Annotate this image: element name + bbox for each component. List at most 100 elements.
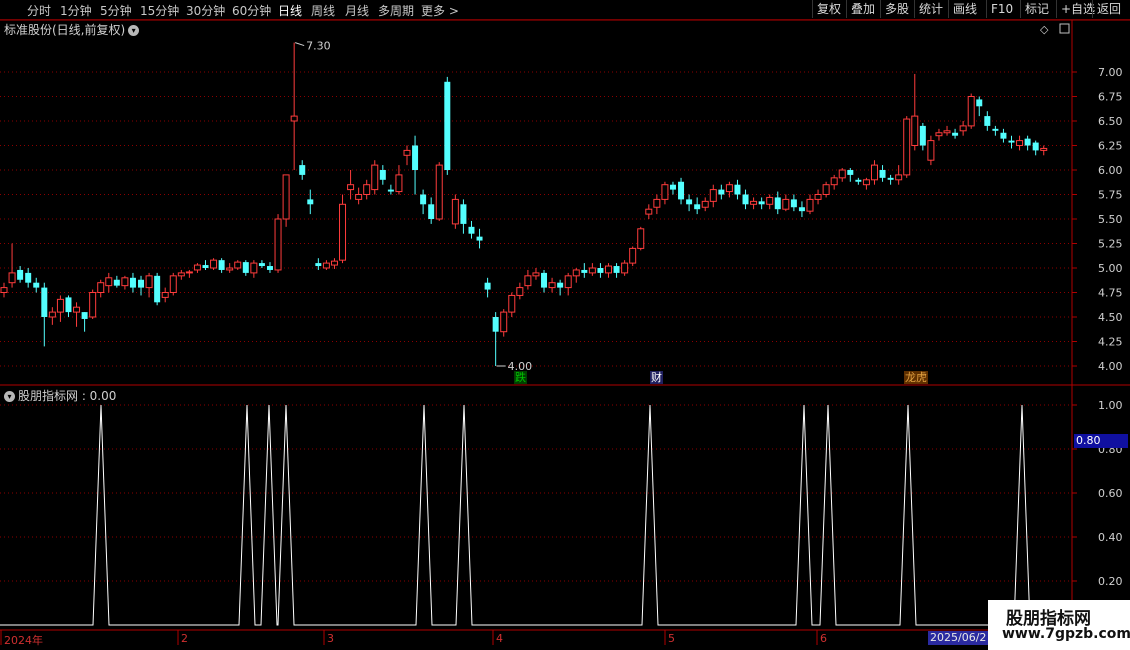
candle-body-down [444, 81, 451, 170]
indicator-title-wrap: ▾ 股朋指标网 : 0.00 [4, 387, 116, 404]
candle-body-up [806, 198, 814, 212]
candle-body-down [202, 265, 209, 268]
candle-body-up [508, 294, 516, 313]
y-tick-label: 6.00 [1098, 164, 1123, 177]
candle-body-up [572, 269, 580, 277]
x-axis-label: 2024年 [4, 634, 43, 647]
candle-body-up [1040, 147, 1048, 151]
candle-body-up [870, 164, 878, 181]
candle-body-up [210, 259, 218, 269]
y-tick-label: 4.00 [1098, 360, 1123, 373]
candle-body-up [814, 194, 822, 200]
candle-body-up [935, 132, 943, 137]
candle-body-up [250, 262, 258, 274]
candle-body-down [1024, 138, 1031, 146]
y-tick-label: 5.50 [1098, 213, 1123, 226]
candle-body-down [428, 204, 435, 219]
candle-body-up [73, 306, 81, 313]
candle-body-up [193, 264, 201, 271]
candle-body-down [1032, 142, 1039, 151]
candle-body-up [838, 169, 846, 179]
candle-body-down [315, 263, 322, 267]
candle-body-up [895, 174, 903, 181]
candle-body-up [629, 247, 637, 264]
chart-canvas[interactable]: 7.00 6.75 6.50 6.25 6.00 5.75 5.50 5.25 5.00 4.75… [0, 0, 1130, 650]
candle-body-up [274, 218, 282, 271]
candle-body-up [911, 115, 919, 146]
candle-body-down [460, 204, 467, 224]
candle-body-up [355, 194, 363, 200]
candle-body-up [637, 228, 645, 249]
candle-body-up [782, 198, 790, 210]
candle-body-up [588, 267, 596, 274]
candle-body-down [879, 170, 886, 178]
candle-body-up [395, 174, 403, 193]
y-tick-label: 5.00 [1098, 262, 1123, 275]
chevron-down-icon[interactable]: ▾ [4, 391, 15, 402]
indicator-title: 股朋指标网 : 0.00 [18, 389, 117, 403]
candle-body-down [847, 170, 854, 175]
candle-body-up [959, 125, 967, 132]
candle-body-down [919, 125, 926, 146]
event-tag[interactable]: 财 [650, 371, 663, 384]
candle-body-down [33, 282, 40, 288]
indicator-tick-label: 0.20 [1098, 575, 1123, 588]
candle-body-up [943, 130, 951, 134]
candle-body-down [984, 116, 991, 126]
candle-body-up [500, 311, 508, 333]
candle-body-up [403, 149, 411, 156]
candle-body-down [65, 297, 72, 313]
candle-body-down [718, 189, 725, 195]
candle-body-up [516, 287, 524, 296]
candle-body-down [1008, 140, 1015, 143]
candle-body-down [17, 269, 24, 280]
candle-body-down [412, 145, 419, 170]
candle-body-down [541, 272, 548, 288]
candle-body-down [476, 236, 483, 241]
candle-body-down [266, 266, 273, 270]
y-tick-label: 6.25 [1098, 140, 1123, 153]
y-tick-label: 4.50 [1098, 311, 1123, 324]
y-tick-label: 7.00 [1098, 66, 1123, 79]
candle-body-down [492, 317, 499, 332]
candle-body-down [154, 275, 161, 303]
candle-body-down [976, 99, 983, 107]
candle-body-down [258, 263, 265, 267]
candle-body-down [887, 177, 894, 180]
indicator-line [0, 404, 1072, 626]
y-tick-label: 5.25 [1098, 238, 1123, 251]
y-tick-label: 5.75 [1098, 189, 1123, 202]
candle-body-up [97, 282, 105, 294]
candle-body-down [81, 312, 88, 319]
candle-body-up [927, 140, 935, 161]
candle-body-down [952, 132, 959, 136]
candle-body-down [299, 165, 306, 175]
x-axis-label: 4 [496, 632, 503, 645]
candle-body-up [451, 198, 459, 225]
panel-toggle-icon [1059, 23, 1070, 34]
y-tick-label: 6.75 [1098, 91, 1123, 104]
candle-body-up [185, 271, 193, 274]
candle-body-up [645, 208, 653, 215]
candle-body-down [1000, 132, 1007, 139]
candle-body-down [218, 260, 225, 270]
indicator-current-value: 0.80 [1074, 434, 1128, 448]
event-tag[interactable]: 跌 [514, 371, 527, 384]
candle-body-down [758, 201, 765, 205]
x-axis-label: 2 [181, 632, 188, 645]
candle-body-up [105, 277, 113, 287]
candle-body-up [862, 179, 870, 186]
candle-body-down [242, 262, 249, 273]
candle-body-up [766, 196, 774, 205]
y-tick-label: 4.25 [1098, 336, 1123, 349]
candle-body-up [548, 282, 556, 289]
candle-body-down [484, 282, 491, 290]
candle-body-down [113, 279, 120, 286]
current-date: 2025/06/2 [928, 631, 989, 645]
diamond-icon: ◇ [1040, 23, 1049, 36]
candle-body-down [307, 199, 314, 205]
indicator-tick-label: 0.60 [1098, 487, 1123, 500]
candle-body-up [226, 267, 234, 271]
event-tag[interactable]: 龙虎 [904, 371, 928, 384]
indicator-tick-label: 1.00 [1098, 399, 1123, 412]
